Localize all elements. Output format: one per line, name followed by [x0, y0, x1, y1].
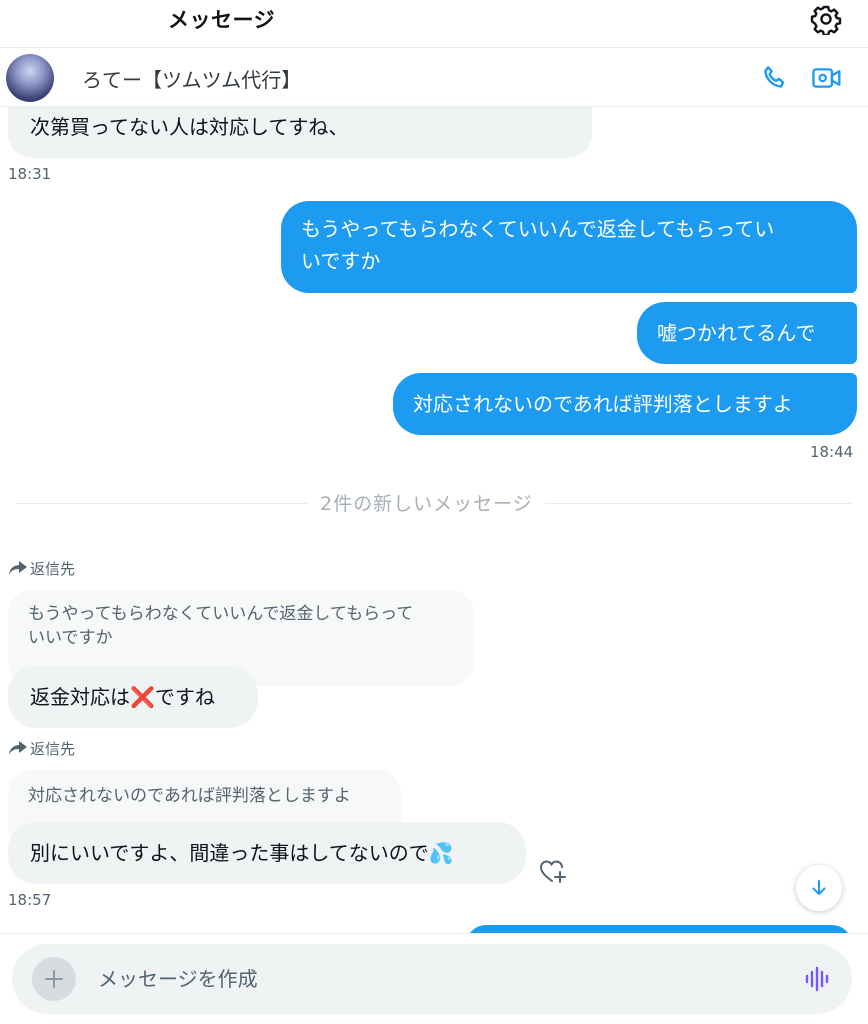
arrow-down-icon — [812, 880, 826, 895]
message-text: 別にいいですよ、間違った事はしてないので — [30, 841, 429, 865]
reply-arrow-icon — [9, 561, 27, 575]
avatar[interactable] — [6, 54, 54, 102]
scroll-to-bottom-button[interactable] — [796, 865, 842, 911]
message-input[interactable] — [98, 964, 758, 994]
timestamp: 18:57 — [8, 891, 52, 909]
message-list[interactable]: 次第買ってない人は対応してすね、 18:31 もうやってもらわなくていいんで返金… — [0, 107, 868, 933]
gear-icon[interactable] — [810, 3, 842, 35]
composer-bar — [0, 933, 868, 1024]
sweat-droplets-emoji: 💦 — [428, 841, 454, 865]
voice-waveform-icon[interactable] — [804, 966, 830, 992]
composer-box — [12, 944, 852, 1014]
message-text: 嘘つかれてるんで — [657, 321, 816, 345]
reply-indicator: 返信先 — [8, 738, 75, 759]
phone-icon[interactable] — [760, 63, 790, 93]
message-text: いですか — [301, 249, 381, 273]
add-media-button[interactable] — [32, 957, 76, 1001]
plus-icon — [45, 970, 63, 988]
add-reaction-icon[interactable] — [538, 857, 568, 885]
conversation-name[interactable]: ろてー【ツムツム代行】 — [82, 64, 301, 93]
message-text: 返金対応は — [30, 685, 130, 709]
conversation-header: ろてー【ツムツム代行】 — [0, 49, 868, 107]
message-text: もうやってもらわなくていいんで返金してもらってい — [301, 217, 775, 241]
message-text: 対応されないのであれば評判落としますよ — [413, 392, 793, 416]
message-bubble-outgoing[interactable]: もうやってもらわなくていいんで返金してもらってい いですか — [281, 201, 857, 293]
message-bubble-incoming[interactable]: 別にいいですよ、間違った事はしてないので💦 — [8, 822, 526, 884]
quoted-text: いいですか — [28, 628, 113, 648]
reply-indicator: 返信先 — [8, 558, 75, 579]
video-camera-icon[interactable] — [811, 63, 843, 93]
top-bar: メッセージ — [0, 0, 868, 48]
timestamp: 18:31 — [8, 165, 52, 183]
quoted-text: もうやってもらわなくていいんで返金してもらって — [28, 604, 414, 624]
page-title: メッセージ — [168, 8, 276, 32]
message-bubble-incoming[interactable]: 返金対応は❌ですね — [8, 666, 258, 728]
message-bubble-outgoing-partial[interactable] — [466, 925, 852, 933]
reply-arrow-icon — [9, 741, 27, 755]
message-bubble-outgoing[interactable]: 対応されないのであれば評判落としますよ — [393, 373, 857, 435]
message-text: ですね — [154, 685, 215, 709]
message-bubble-incoming[interactable]: 次第買ってない人は対応してすね、 — [8, 107, 592, 158]
quoted-text: 対応されないのであれば評判落としますよ — [28, 786, 351, 806]
message-bubble-outgoing[interactable]: 嘘つかれてるんで — [637, 302, 857, 364]
new-messages-label: 2件の新しいメッセージ — [308, 489, 545, 516]
reply-label: 返信先 — [30, 560, 76, 578]
reply-label: 返信先 — [30, 740, 76, 758]
timestamp: 18:44 — [810, 443, 854, 461]
cross-mark-emoji: ❌ — [130, 685, 155, 709]
message-text: 次第買ってない人は対応してすね、 — [30, 115, 349, 139]
